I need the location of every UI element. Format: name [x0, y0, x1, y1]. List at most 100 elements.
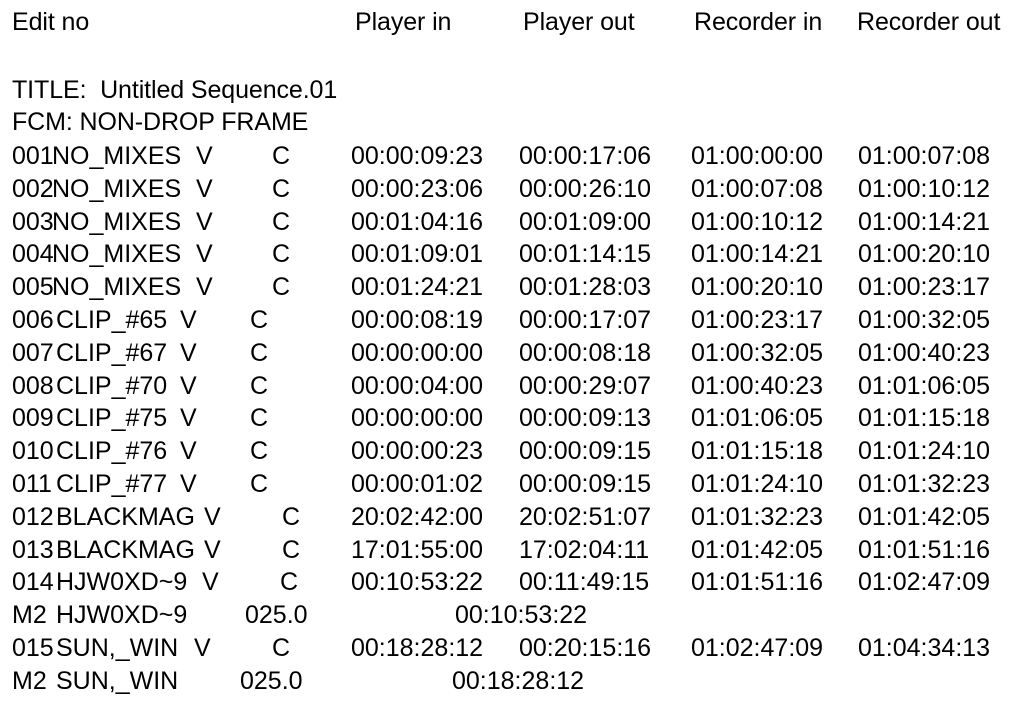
event-edit-number: 008	[12, 371, 54, 400]
event-recorder-out: 01:00:14:21	[858, 207, 991, 236]
event-reel-name: CLIP_#77	[56, 470, 168, 498]
edl-event-row: 007 CLIP_#67 V C 00:00:00:00 00:00:08:18 01:00…	[0, 337, 1024, 369]
event-recorder-out: 01:00:20:10	[858, 240, 991, 269]
event-recorder-out: 01:00:07:08	[858, 142, 991, 170]
event-recorder-in: 01:00:10:12	[691, 207, 824, 236]
event-edit-number: 003	[12, 207, 54, 236]
event-recorder-out: 01:04:34:13	[858, 634, 991, 662]
event-player-out: 00:00:08:18	[519, 338, 652, 367]
event-recorder-in: 01:01:51:16	[691, 568, 824, 597]
event-player-out: 00:20:15:16	[519, 634, 652, 662]
event-recorder-out: 01:01:15:18	[858, 404, 991, 433]
edl-event-row: 002 NO_MIXES V C 00:00:23:06 00:00:26:10 01:00…	[0, 173, 1024, 205]
event-recorder-in: 01:01:06:05	[691, 404, 824, 433]
event-player-in: 00:01:09:01	[351, 240, 484, 269]
column-header-player-out: Player out	[523, 8, 635, 36]
edl-event-row: M2 HJW0XD~9 025.0 00:10:53:22	[0, 599, 1024, 631]
event-recorder-out: 01:01:24:10	[858, 437, 991, 466]
event-player-in: 00:00:00:00	[351, 338, 484, 367]
event-edit-number: 010	[12, 437, 54, 466]
event-track: V	[180, 371, 197, 400]
event-player-out: 00:01:28:03	[519, 273, 652, 302]
edl-document: Edit no Player in Player out Recorder in…	[0, 0, 1024, 704]
event-edit-type: C	[272, 174, 291, 203]
event-recorder-in: 01:00:07:08	[691, 174, 824, 203]
edl-event-row: 005 NO_MIXES V C 00:01:24:21 00:01:28:03 01:00…	[0, 271, 1024, 303]
event-reel-name: CLIP_#67	[56, 338, 168, 367]
event-player-out: 17:02:04:11	[519, 535, 650, 564]
event-reel-name: CLIP_#76	[56, 437, 168, 466]
event-recorder-out: 01:00:10:12	[858, 174, 991, 203]
event-track: V	[196, 207, 213, 236]
edl-event-row: 010 CLIP_#76 V C 00:00:00:23 00:00:09:15 01:01…	[0, 435, 1024, 467]
event-recorder-in: 01:01:42:05	[691, 535, 824, 564]
event-player-out: 00:01:09:00	[519, 207, 652, 236]
event-edit-type: C	[280, 568, 299, 597]
event-recorder-in: 01:00:20:10	[691, 273, 824, 302]
edl-title-line: TITLE: Untitled Sequence.01	[12, 76, 338, 104]
event-player-in: 00:00:04:00	[351, 371, 484, 400]
event-recorder-in: 01:02:47:09	[691, 634, 824, 662]
event-recorder-in: 01:00:23:17	[691, 306, 824, 334]
event-edit-type: C	[272, 273, 291, 302]
event-recorder-out: 01:00:32:05	[858, 306, 991, 334]
event-player-out: 00:00:26:10	[519, 174, 652, 203]
event-player-in: 00:10:53:22	[351, 568, 484, 597]
event-edit-number: M2	[12, 601, 47, 630]
event-edit-number: 009	[12, 404, 54, 433]
event-reel-name: NO_MIXES	[52, 142, 182, 170]
event-recorder-out: 01:01:42:05	[858, 502, 991, 531]
event-edit-number: 011	[12, 470, 52, 498]
event-edit-number: 006	[12, 306, 54, 334]
event-player-out: 00:00:09:15	[519, 470, 652, 498]
edl-event-row: 004 NO_MIXES V C 00:01:09:01 00:01:14:15 01:00…	[0, 238, 1024, 270]
event-player-in: 00:00:01:02	[351, 470, 484, 498]
event-track: V	[202, 568, 219, 597]
event-track: V	[180, 470, 197, 498]
event-track: V	[196, 174, 213, 203]
event-player-out: 00:00:09:13	[519, 404, 652, 433]
event-edit-number: 002	[12, 174, 54, 203]
edl-event-row: 012 BLACKMAG V C 20:02:42:00 20:02:51:07 01:01…	[0, 501, 1024, 533]
event-edit-number: 013	[12, 535, 54, 564]
event-reel-name: CLIP_#70	[56, 371, 168, 400]
event-track: V	[196, 240, 213, 269]
event-player-out: 00:00:17:07	[519, 306, 652, 334]
column-header-recorder-in: Recorder in	[694, 8, 823, 36]
event-reel-name: BLACKMAG	[56, 535, 195, 564]
event-recorder-in: 01:00:00:00	[691, 142, 824, 170]
column-header-edit-no: Edit no	[12, 8, 90, 36]
edl-event-row: 008 CLIP_#70 V C 00:00:04:00 00:00:29:07 01:00…	[0, 370, 1024, 402]
event-edit-type: C	[250, 404, 269, 433]
event-edit-type: C	[250, 371, 269, 400]
event-track: V	[180, 306, 197, 334]
event-player-in: 00:18:28:12	[351, 634, 484, 662]
event-player-out: 20:02:51:07	[519, 502, 652, 531]
event-edit-number: 015	[12, 634, 54, 662]
event-motion-rate: 025.0	[240, 666, 303, 695]
edl-fcm-line: FCM: NON-DROP FRAME	[12, 108, 309, 136]
event-reel-name: HJW0XD~9	[56, 601, 188, 630]
column-header-recorder-out: Recorder out	[857, 8, 1001, 36]
edl-event-row: 013 BLACKMAG V C 17:01:55:00 17:02:04:11 01:01…	[0, 534, 1024, 566]
event-recorder-out: 01:01:06:05	[858, 371, 991, 400]
event-recorder-out: 01:00:40:23	[858, 338, 991, 367]
event-track: V	[180, 437, 197, 466]
event-player-in: 00:01:24:21	[351, 273, 484, 302]
event-edit-type: C	[250, 437, 269, 466]
event-edit-number: M2	[12, 666, 47, 695]
edl-event-row: 011 CLIP_#77 V C 00:00:01:02 00:00:09:15 01:01…	[0, 468, 1024, 500]
event-edit-number: 014	[12, 568, 54, 597]
event-player-out: 00:00:09:15	[519, 437, 652, 466]
event-player-out: 00:00:29:07	[519, 371, 652, 400]
edl-event-row: 006 CLIP_#65 V C 00:00:08:19 00:00:17:07 01:00…	[0, 304, 1024, 336]
event-recorder-in: 01:01:24:10	[691, 470, 824, 498]
event-edit-type: C	[272, 207, 291, 236]
event-reel-name: SUN,_WIN	[56, 634, 179, 662]
event-track: V	[204, 535, 221, 564]
event-edit-type: C	[250, 306, 269, 334]
event-player-in: 17:01:55:00	[351, 535, 484, 564]
event-recorder-out: 01:00:23:17	[858, 273, 991, 302]
event-edit-type: C	[272, 142, 291, 170]
edl-event-row: 014 HJW0XD~9 V C 00:10:53:22 00:11:49:15 01:01…	[0, 566, 1024, 598]
